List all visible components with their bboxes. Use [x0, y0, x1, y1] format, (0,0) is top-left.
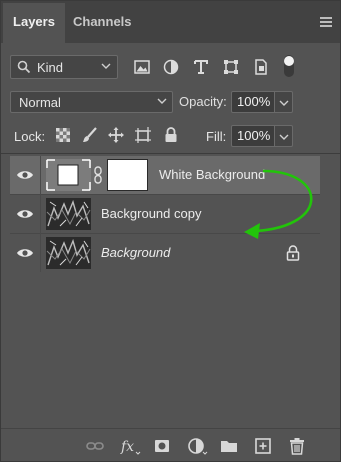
blend-mode-select[interactable]: Normal	[10, 91, 173, 113]
chevron-down-icon	[157, 98, 167, 104]
layer-mask-image	[107, 159, 148, 191]
new-layer-icon[interactable]	[254, 437, 272, 455]
opacity-dropdown-button[interactable]	[275, 91, 293, 113]
tab-channels[interactable]: Channels	[73, 3, 132, 43]
divider	[40, 234, 41, 273]
fill-dropdown-button[interactable]	[275, 125, 293, 147]
filter-kind-label: Kind	[37, 60, 64, 75]
lock-all-icon[interactable]	[162, 126, 180, 144]
type-filter-icon[interactable]	[191, 57, 211, 77]
adjustment-filter-icon[interactable]	[161, 57, 181, 77]
fill-input[interactable]: 100%	[231, 125, 275, 147]
group-folder-icon[interactable]	[220, 437, 238, 455]
layer-name[interactable]: Background copy	[101, 206, 201, 221]
visibility-eye-icon[interactable]	[16, 168, 34, 182]
divider	[1, 153, 340, 154]
tab-layers[interactable]: Layers	[3, 3, 65, 43]
lock-artboard-icon[interactable]	[134, 126, 152, 144]
smart-object-filter-icon[interactable]	[251, 57, 271, 77]
chevron-down-icon	[101, 63, 111, 69]
fill-label: Fill:	[206, 129, 227, 144]
lock-label: Lock:	[14, 129, 46, 144]
panel-menu-icon[interactable]	[320, 17, 332, 27]
panel-tab-bar: Layers Channels	[1, 1, 340, 43]
layer-thumbnail-image	[46, 237, 91, 269]
chevron-down-icon	[279, 134, 289, 140]
search-icon	[17, 60, 31, 74]
layer-row-white-background[interactable]: White Background	[10, 156, 320, 195]
lock-position-icon[interactable]	[107, 126, 125, 144]
opacity-input[interactable]: 100%	[231, 91, 275, 113]
divider	[40, 195, 41, 234]
layer-thumbnail-image	[46, 159, 91, 191]
layer-lock-icon[interactable]	[286, 245, 300, 261]
filter-kind-select[interactable]: Kind	[10, 55, 118, 79]
image-filter-icon[interactable]	[132, 57, 152, 77]
layer-thumbnail[interactable]	[46, 159, 91, 191]
layer-row-background[interactable]: Background	[10, 234, 320, 273]
divider	[40, 156, 41, 195]
panel-footer: fx	[1, 428, 340, 461]
layer-thumbnail-image	[46, 198, 91, 230]
lock-transparent-pixels-icon[interactable]	[54, 126, 72, 144]
svg-text:fx: fx	[120, 439, 134, 455]
layers-empty-area	[10, 272, 320, 427]
link-layers-icon[interactable]	[86, 437, 104, 455]
visibility-eye-icon[interactable]	[16, 246, 34, 260]
add-mask-icon[interactable]	[153, 437, 171, 455]
filter-toggle-icon[interactable]	[279, 53, 299, 79]
layer-name[interactable]: Background	[101, 245, 170, 260]
layer-thumbnail[interactable]	[46, 237, 91, 269]
layer-name[interactable]: White Background	[159, 167, 265, 182]
opacity-label: Opacity:	[179, 94, 227, 109]
visibility-eye-icon[interactable]	[16, 207, 34, 221]
blend-mode-value: Normal	[19, 95, 61, 110]
adjustment-layer-icon[interactable]	[187, 437, 209, 455]
layer-mask-thumbnail[interactable]	[107, 159, 148, 191]
fx-icon[interactable]: fx	[120, 437, 142, 455]
trash-icon[interactable]	[288, 437, 306, 455]
layers-panel: Layers Channels Kind Normal Opacity: 100…	[0, 0, 341, 462]
chevron-down-icon	[279, 100, 289, 106]
shape-filter-icon[interactable]	[221, 57, 241, 77]
layer-thumbnail[interactable]	[46, 198, 91, 230]
mask-link-icon[interactable]	[92, 166, 104, 184]
layer-row-background-copy[interactable]: Background copy	[10, 195, 320, 234]
lock-image-pixels-icon[interactable]	[81, 126, 99, 144]
